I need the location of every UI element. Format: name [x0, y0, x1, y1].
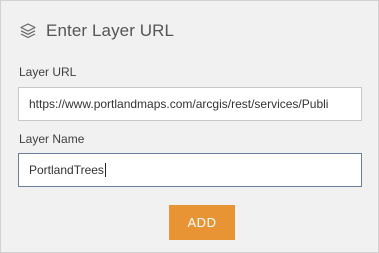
panel-header: Enter Layer URL — [19, 19, 174, 43]
layers-icon — [19, 22, 37, 40]
add-button[interactable]: ADD — [169, 205, 235, 240]
text-cursor — [104, 163, 106, 177]
layer-name-value: PortlandTrees — [29, 163, 104, 177]
layer-url-value: https://www.portlandmaps.com/arcgis/rest… — [29, 97, 329, 111]
layer-url-input[interactable]: https://www.portlandmaps.com/arcgis/rest… — [18, 87, 362, 121]
layer-url-label: Layer URL — [19, 65, 77, 79]
enter-layer-url-panel: Enter Layer URL Layer URL https://www.po… — [0, 0, 379, 253]
layer-name-input[interactable]: PortlandTrees — [18, 153, 362, 187]
panel-title: Enter Layer URL — [46, 21, 175, 40]
layer-name-label: Layer Name — [19, 132, 85, 146]
